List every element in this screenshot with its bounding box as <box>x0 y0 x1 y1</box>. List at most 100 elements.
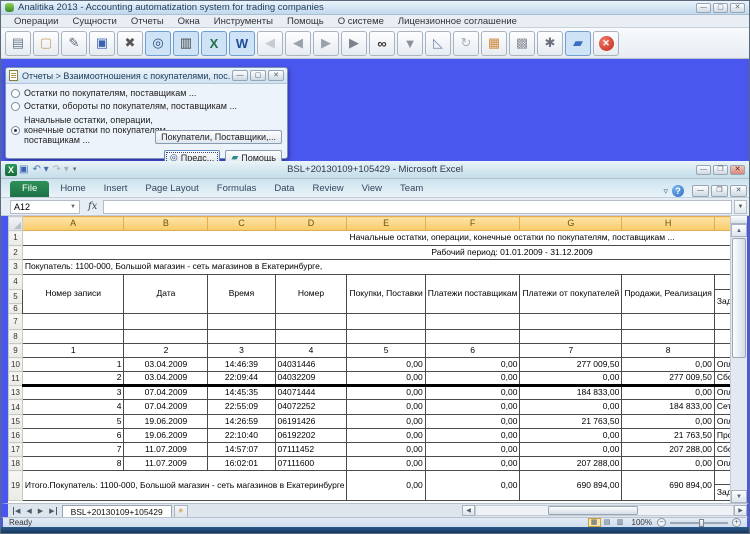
help-book-button[interactable]: ▰ <box>565 31 591 56</box>
row-header-19[interactable]: 19 <box>9 471 23 501</box>
vertical-split-handle[interactable] <box>731 216 747 224</box>
cell[interactable]: 184 833,00 <box>520 386 622 400</box>
workbook-close-button[interactable]: ✕ <box>730 185 747 197</box>
cell[interactable] <box>208 314 275 330</box>
row-header-7[interactable]: 7 <box>9 314 23 330</box>
dialog-minimize-button[interactable]: — <box>232 70 248 81</box>
cell[interactable]: 2 <box>124 344 208 358</box>
report-option-1[interactable]: Остатки по покупателям, поставщикам ... <box>11 88 282 98</box>
cell[interactable]: 0,00 <box>520 400 622 415</box>
cell[interactable]: 04032209 <box>275 372 347 386</box>
cell[interactable]: Сборка трех одинаковых компьютеров для с… <box>714 372 730 386</box>
scroll-right-icon[interactable]: ▶ <box>734 505 747 516</box>
cell[interactable]: Номер записи <box>22 275 124 314</box>
cell[interactable]: 0,00 <box>425 400 520 415</box>
cell[interactable]: 11.07.2009 <box>124 443 208 457</box>
scroll-up-icon[interactable]: ▲ <box>731 224 747 237</box>
exit-stop-button[interactable]: ✕ <box>593 31 619 56</box>
cell[interactable]: 06191426 <box>275 415 347 429</box>
cell[interactable]: 22:09:44 <box>208 372 275 386</box>
scroll-left-icon[interactable]: ◀ <box>462 505 475 516</box>
cell[interactable]: 22:55:09 <box>208 400 275 415</box>
cell[interactable]: 184 833,00 <box>622 400 715 415</box>
zoom-out-icon[interactable]: − <box>657 518 666 527</box>
cell[interactable]: 3 <box>22 386 124 400</box>
row-header-13[interactable]: 13 <box>9 386 23 400</box>
cell[interactable]: Остатки на дату: 31.12.2009 <box>714 471 730 485</box>
row-header-2[interactable]: 2 <box>9 246 23 260</box>
cell[interactable]: 0,00 <box>425 443 520 457</box>
column-header-I[interactable]: I <box>714 217 730 231</box>
cell[interactable]: 0,00 <box>622 415 715 429</box>
download-arrow-button[interactable]: ▼ <box>397 31 423 56</box>
column-header-H[interactable]: H <box>622 217 715 231</box>
menu-item-6[interactable]: Помощь <box>280 16 331 27</box>
menu-item-4[interactable]: Окна <box>171 16 207 27</box>
cell[interactable]: 14:26:59 <box>208 415 275 429</box>
excel-help-icon[interactable]: ? <box>672 185 684 197</box>
row-header-15[interactable]: 15 <box>9 415 23 429</box>
dialog-close-button[interactable]: ✕ <box>268 70 284 81</box>
cell[interactable]: 0,00 <box>347 400 425 415</box>
row-header-4[interactable]: 4 <box>9 275 23 290</box>
row-header-17[interactable]: 17 <box>9 443 23 457</box>
cell[interactable]: Дата <box>124 275 208 314</box>
cell[interactable]: Оплата за отгруженные товары по Счет-фак… <box>714 457 730 471</box>
name-box-dropdown-icon[interactable]: ▼ <box>70 204 76 210</box>
horizontal-scroll-thumb[interactable] <box>548 506 638 515</box>
cell[interactable]: 03.04.2009 <box>124 358 208 372</box>
menu-item-8[interactable]: Лицензионное соглашение <box>391 16 524 27</box>
cell[interactable]: 14:46:39 <box>208 358 275 372</box>
cell[interactable]: 11.07.2009 <box>124 457 208 471</box>
cell[interactable]: 4 <box>22 400 124 415</box>
cell[interactable]: 04071444 <box>275 386 347 400</box>
ribbon-tab-review[interactable]: Review <box>303 181 352 197</box>
cell[interactable]: 19.06.2009 <box>124 429 208 443</box>
forward-arrow-button[interactable]: ▶ <box>341 31 367 56</box>
row-header-6[interactable]: 6 <box>9 304 23 314</box>
cell[interactable]: Сеть магазинов <Большой магазин> купили … <box>714 400 730 415</box>
cell[interactable]: 07.04.2009 <box>124 386 208 400</box>
cell[interactable]: 5 <box>22 415 124 429</box>
excel-minimize-button[interactable]: — <box>696 165 711 175</box>
search-button[interactable]: ◎ <box>145 31 171 56</box>
open-folder-button[interactable]: ▢ <box>33 31 59 56</box>
minimize-ribbon-icon[interactable]: ▿ <box>663 186 668 197</box>
cell[interactable]: 277 009,50 <box>622 372 715 386</box>
cell[interactable]: 277 009,50 <box>520 358 622 372</box>
cell[interactable]: 0,00 <box>347 429 425 443</box>
column-header-A[interactable]: A <box>22 217 124 231</box>
cell[interactable] <box>347 330 425 344</box>
cell[interactable]: Платежи от покупателей <box>520 275 622 314</box>
cell[interactable]: Оплата за проданные товары, Счет-фактура… <box>714 358 730 372</box>
cell[interactable]: 22:10:40 <box>208 429 275 443</box>
cell[interactable]: Сборка 2-х компьютеров для финансового о… <box>714 443 730 457</box>
cell[interactable]: 21 763,50 <box>520 415 622 429</box>
cell[interactable]: 2 <box>22 372 124 386</box>
cell[interactable]: 1 <box>22 358 124 372</box>
column-header-D[interactable]: D <box>275 217 347 231</box>
cell[interactable]: Задолженность предприятию <box>714 290 730 314</box>
cell[interactable]: Покупатель: 1100-000, Большой магазин - … <box>22 260 730 275</box>
cell[interactable]: 14:57:07 <box>208 443 275 457</box>
cell[interactable] <box>425 314 520 330</box>
column-header-G[interactable]: G <box>520 217 622 231</box>
cell[interactable]: 690 894,00 <box>520 471 622 501</box>
new-document-button[interactable]: ▤ <box>5 31 31 56</box>
prev-arrow-button[interactable]: ◀ <box>285 31 311 56</box>
ribbon-tab-page-layout[interactable]: Page Layout <box>136 181 207 197</box>
insert-function-icon[interactable]: fx <box>88 201 97 212</box>
app-maximize-button[interactable]: ▢ <box>713 3 728 13</box>
cell[interactable]: 4 <box>275 344 347 358</box>
last-sheet-icon[interactable]: ▶ <box>49 507 56 515</box>
cell[interactable] <box>622 330 715 344</box>
cell[interactable]: 0,00 <box>347 471 425 501</box>
print-button[interactable]: ▥ <box>173 31 199 56</box>
cell[interactable]: 0,00 <box>520 443 622 457</box>
cell[interactable] <box>347 314 425 330</box>
cell[interactable]: Время <box>208 275 275 314</box>
cell[interactable]: 8 <box>22 457 124 471</box>
cell[interactable]: 3 <box>208 344 275 358</box>
ribbon-tab-file[interactable]: File <box>10 181 49 197</box>
row-header-1[interactable]: 1 <box>9 231 23 246</box>
